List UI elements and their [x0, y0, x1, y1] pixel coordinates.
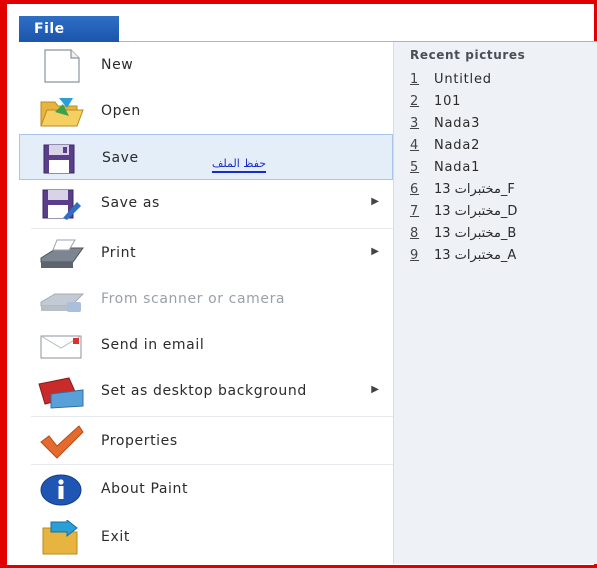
- info-icon: [37, 472, 87, 508]
- recent-item-name: مختبرات 13_D: [434, 204, 519, 219]
- recent-item-number: 2: [410, 94, 420, 109]
- menu-item-save[interactable]: Save حفظ الملف: [19, 134, 393, 180]
- menu-item-open[interactable]: Open: [19, 88, 393, 134]
- menu-item-label: Open: [101, 103, 141, 119]
- submenu-arrow-icon: ▶: [371, 384, 379, 395]
- menu-divider: [31, 464, 393, 465]
- recent-item-number: 6: [410, 182, 420, 197]
- recent-item[interactable]: 2 101: [410, 94, 595, 114]
- menu-item-label: Send in email: [101, 337, 205, 353]
- menu-item-label: About Paint: [101, 481, 189, 497]
- menu-item-new[interactable]: New: [19, 42, 393, 88]
- menu-divider: [31, 228, 393, 229]
- email-icon: [37, 328, 87, 364]
- recent-item-number: 8: [410, 226, 420, 241]
- scanner-icon: [37, 282, 87, 318]
- new-file-icon: [37, 48, 87, 84]
- menu-item-set-desktop-background[interactable]: Set as desktop background ▶: [19, 368, 393, 414]
- recent-item-number: 5: [410, 160, 420, 175]
- recent-item-number: 4: [410, 138, 420, 153]
- recent-item-number: 7: [410, 204, 420, 219]
- recent-item-name: Nada1: [434, 160, 481, 175]
- recent-item[interactable]: 3 Nada3: [410, 116, 595, 136]
- recent-item-number: 9: [410, 248, 420, 263]
- recent-item-name: Untitled: [434, 72, 492, 87]
- menu-item-from-scanner[interactable]: From scanner or camera: [19, 276, 393, 322]
- window-frame: File New Open Save حفظ الملف Save as ▶ P…: [0, 0, 597, 568]
- menu-item-save-as[interactable]: Save as ▶: [19, 180, 393, 226]
- menu-item-label: Print: [101, 245, 137, 261]
- menu-item-label: Save: [102, 150, 139, 166]
- recent-item-name: مختبرات 13_B: [434, 226, 518, 241]
- exit-icon: [37, 518, 87, 556]
- recent-item-name: Nada2: [434, 138, 481, 153]
- recent-pictures-panel: Recent pictures 1 Untitled 2 101 3 Nada3 4N…: [393, 42, 597, 564]
- recent-pictures-title: Recent pictures: [410, 48, 526, 62]
- recent-item-number: 1: [410, 72, 420, 87]
- print-icon: [37, 236, 87, 272]
- recent-item-name: مختبرات 13_F: [434, 182, 516, 197]
- recent-item[interactable]: 9 مختبرات 13_A: [410, 248, 595, 268]
- menu-item-label: Save as: [101, 195, 160, 211]
- menu-item-properties[interactable]: Properties: [19, 418, 393, 464]
- menu-item-label: Set as desktop background: [101, 383, 307, 399]
- menu-item-label: Exit: [101, 529, 130, 545]
- recent-item[interactable]: 1 Untitled: [410, 72, 595, 92]
- desktop-background-icon: [37, 374, 87, 410]
- menu-item-send-in-email[interactable]: Send in email: [19, 322, 393, 368]
- submenu-arrow-icon: ▶: [371, 196, 379, 207]
- handwritten-annotation: حفظ الملف: [212, 157, 267, 173]
- recent-item[interactable]: 8 مختبرات 13_B: [410, 226, 595, 246]
- save-as-icon: [37, 186, 87, 222]
- recent-item-number: 3: [410, 116, 420, 131]
- file-menu-commands: New Open Save حفظ الملف Save as ▶ Print …: [19, 42, 393, 564]
- menu-item-exit[interactable]: Exit: [19, 514, 393, 560]
- menu-item-label: Properties: [101, 433, 178, 449]
- open-folder-icon: [37, 94, 87, 130]
- file-tab[interactable]: File: [19, 16, 119, 42]
- submenu-arrow-icon: ▶: [371, 246, 379, 257]
- properties-checkmark-icon: [37, 424, 87, 460]
- menu-divider: [31, 416, 393, 417]
- menu-item-label: From scanner or camera: [101, 291, 286, 307]
- recent-item[interactable]: 6 مختبرات 13_F: [410, 182, 595, 202]
- recent-item-name: Nada3: [434, 116, 481, 131]
- recent-item[interactable]: 4 Nada2: [410, 138, 595, 158]
- recent-item-name: مختبرات 13_A: [434, 248, 518, 263]
- recent-item[interactable]: 5 Nada1: [410, 160, 595, 180]
- recent-item-name: 101: [434, 94, 462, 109]
- menu-item-about-paint[interactable]: About Paint: [19, 466, 393, 512]
- menu-item-label: New: [101, 57, 134, 73]
- recent-item[interactable]: 7 مختبرات 13_D: [410, 204, 595, 224]
- save-icon: [38, 141, 88, 177]
- menu-item-print[interactable]: Print ▶: [19, 230, 393, 276]
